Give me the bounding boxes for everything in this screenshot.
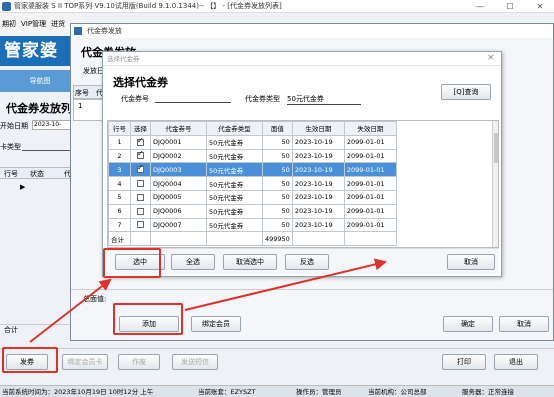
- arrow-1: [29, 278, 112, 343]
- annotation-arrows: [29, 258, 387, 343]
- arrow-2: [184, 258, 387, 311]
